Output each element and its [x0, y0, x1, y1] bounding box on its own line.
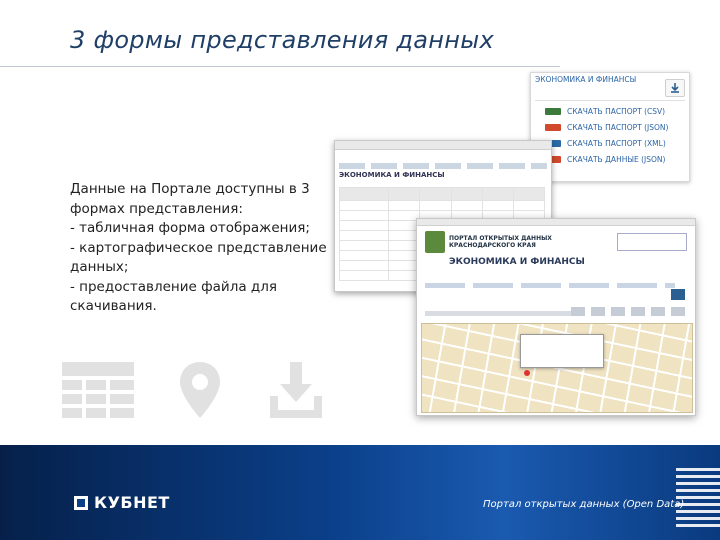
map-view-screenshot: ПОРТАЛ ОТКРЫТЫХ ДАННЫХ КРАСНОДАРСКОГО КР…: [416, 218, 696, 416]
coat-of-arms-logo: [425, 231, 445, 253]
top-right-badge[interactable]: [617, 233, 687, 251]
description: Данные на Портале доступны в 3 формах пр…: [70, 180, 327, 317]
json-format-badge: [545, 123, 561, 131]
download-item[interactable]: СКАЧАТЬ ДАННЫЕ (JSON): [545, 153, 665, 165]
download-item[interactable]: СКАЧАТЬ ПАСПОРТ (CSV): [545, 105, 665, 117]
title-rule: [0, 66, 560, 67]
map-pin-icon: [180, 362, 220, 418]
description-line: Данные на Портале доступны в 3: [70, 181, 310, 197]
download-panel: ЭКОНОМИКА И ФИНАНСЫ СКАЧАТЬ ПАСПОРТ (CSV…: [530, 72, 690, 182]
description-line: данных;: [70, 259, 129, 275]
kubnet-logo: КУБНЕТ: [74, 493, 170, 512]
kubnet-logo-text: КУБНЕТ: [94, 493, 170, 512]
decorative-stripes: [676, 468, 720, 528]
browser-bar: [417, 219, 695, 226]
description-line: скачивания.: [70, 298, 157, 314]
breadcrumb: [425, 283, 675, 288]
download-link[interactable]: СКАЧАТЬ ПАСПОРТ (CSV): [567, 107, 665, 116]
slide-title: 3 формы представления данных: [70, 26, 495, 54]
section-title: ЭКОНОМИКА И ФИНАНСЫ: [339, 171, 445, 179]
map-popup: [520, 334, 604, 368]
description-line: - табличная форма отображения;: [70, 220, 310, 236]
breadcrumb: [339, 163, 547, 169]
download-button[interactable]: [665, 79, 685, 97]
download-item[interactable]: СКАЧАТЬ ПАСПОРТ (JSON): [545, 121, 668, 133]
kubnet-logo-icon: [74, 495, 88, 510]
description-line: - предоставление файла для: [70, 278, 277, 295]
dataset-subtitle: [425, 311, 585, 316]
footer-note: Портал открытых данных (Open Data): [483, 499, 685, 510]
download-icon: [671, 83, 679, 93]
section-title: ЭКОНОМИКА И ФИНАНСЫ: [449, 257, 585, 267]
description-line: - картографическое представление: [70, 239, 327, 256]
divider: [535, 100, 685, 101]
table-row: [338, 200, 546, 211]
download-icon: [270, 362, 322, 418]
download-panel-heading: ЭКОНОМИКА И ФИНАНСЫ: [535, 75, 637, 84]
download-item[interactable]: СКАЧАТЬ ПАСПОРТ (XML): [545, 137, 666, 149]
download-link[interactable]: СКАЧАТЬ ПАСПОРТ (JSON): [567, 123, 668, 132]
download-icon[interactable]: [671, 289, 685, 300]
download-link[interactable]: СКАЧАТЬ ПАСПОРТ (XML): [567, 139, 666, 148]
map-marker-icon[interactable]: [524, 370, 530, 376]
table-icon: [62, 362, 134, 418]
csv-format-badge: [545, 107, 561, 115]
table-header-row: [338, 187, 546, 201]
browser-bar: [335, 141, 551, 150]
download-link[interactable]: СКАЧАТЬ ДАННЫЕ (JSON): [567, 155, 665, 164]
map-toolbar[interactable]: [571, 307, 689, 316]
portal-brand: ПОРТАЛ ОТКРЫТЫХ ДАННЫХ КРАСНОДАРСКОГО КР…: [449, 235, 552, 249]
description-line: формах представления:: [70, 200, 243, 217]
map-canvas[interactable]: [421, 323, 693, 413]
